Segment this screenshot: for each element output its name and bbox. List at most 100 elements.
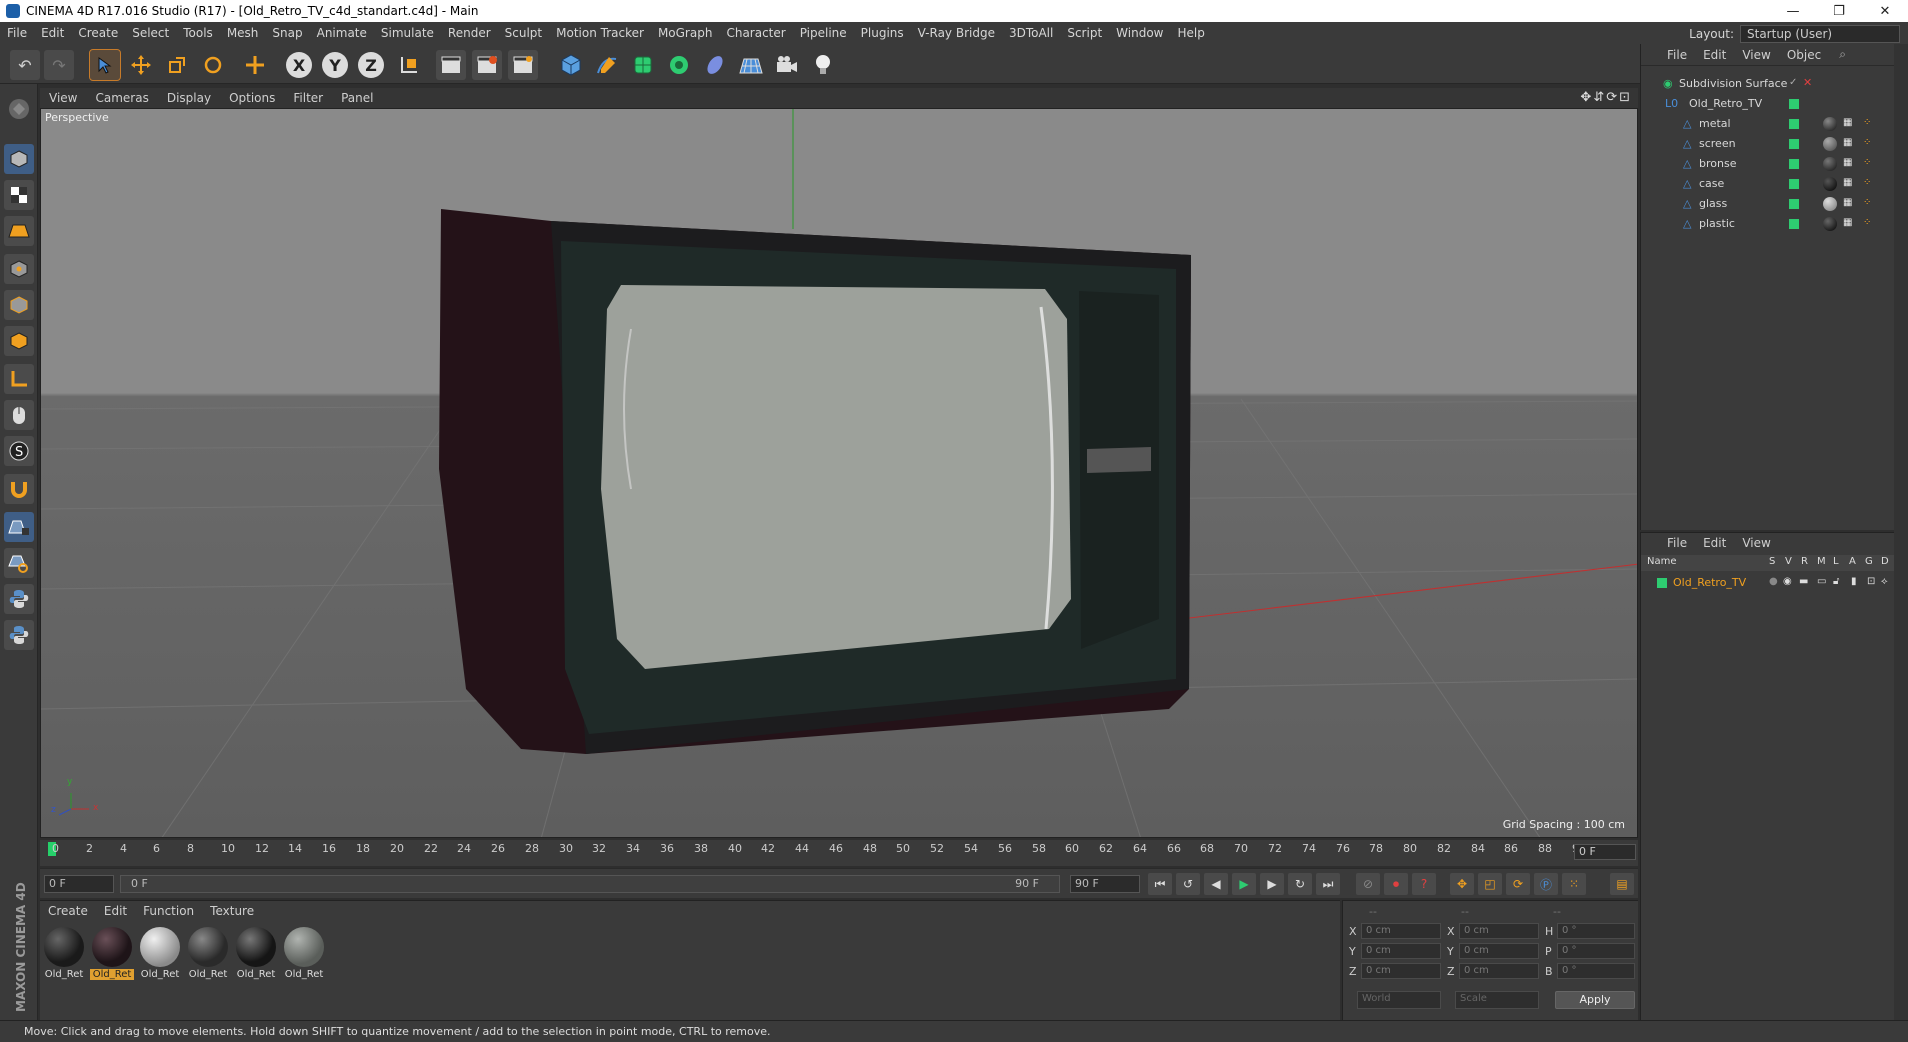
key-rotation-button[interactable]: ⟳	[1506, 873, 1530, 895]
render-settings-button[interactable]	[508, 50, 538, 80]
rot-b-field[interactable]: 0 °	[1557, 963, 1635, 979]
menu-3dtoall[interactable]: 3DToAll	[1002, 26, 1060, 40]
layer-color-swatch[interactable]	[1789, 99, 1799, 109]
phong-tag-icon[interactable]: ⁘	[1863, 217, 1871, 228]
layout-dropdown[interactable]: Startup (User)	[1740, 25, 1900, 43]
menu-file[interactable]: File	[0, 26, 34, 40]
material-swatch[interactable]: Old_Ret	[138, 927, 182, 980]
menu-window[interactable]: Window	[1109, 26, 1170, 40]
object-row-glass[interactable]: △ glass ▦ ⁘	[1641, 194, 1895, 214]
menu-mograph[interactable]: MoGraph	[651, 26, 720, 40]
menu-sculpt[interactable]: Sculpt	[498, 26, 549, 40]
x-axis-lock-button[interactable]: X	[286, 52, 312, 78]
perspective-viewport[interactable]: Perspective y x z Grid Spacing : 100 cm	[40, 108, 1638, 838]
texture-tag-icon[interactable]: ▦	[1843, 137, 1852, 148]
menu-tools[interactable]: Tools	[176, 26, 220, 40]
phong-tag-icon[interactable]: ⁘	[1863, 177, 1871, 188]
next-frame-button[interactable]: ▶	[1260, 873, 1284, 895]
texture-tag-icon[interactable]: ▦	[1843, 157, 1852, 168]
manager-tabs-strip[interactable]	[1894, 44, 1908, 1020]
timeline-current-frame-field[interactable]: 0 F	[1574, 844, 1636, 860]
add-subdivision-button[interactable]	[628, 50, 658, 80]
size-y-field[interactable]: 0 cm	[1459, 943, 1539, 959]
rot-p-field[interactable]: 0 °	[1557, 943, 1635, 959]
redo-button[interactable]: ↷	[44, 50, 74, 80]
menu-motion-tracker[interactable]: Motion Tracker	[549, 26, 651, 40]
material-menu-texture[interactable]: Texture	[202, 904, 262, 918]
minimize-button[interactable]: —	[1770, 0, 1816, 22]
tweak-mode-button[interactable]	[4, 400, 34, 430]
deformer-icon[interactable]: ⟡	[1881, 576, 1888, 587]
film-icon[interactable]: ▮	[1851, 576, 1857, 587]
object-row-case[interactable]: △ case ▦ ⁘	[1641, 174, 1895, 194]
generator-icon[interactable]: ⊡	[1867, 576, 1875, 587]
add-cube-button[interactable]	[556, 50, 586, 80]
menu-animate[interactable]: Animate	[310, 26, 374, 40]
menu-select[interactable]: Select	[125, 26, 176, 40]
object-menu-edit[interactable]: Edit	[1695, 48, 1734, 62]
lock-icon[interactable]: 🔓︎	[1833, 576, 1839, 587]
record-keys-button[interactable]: ⊘	[1356, 873, 1380, 895]
size-z-field[interactable]: 0 cm	[1459, 963, 1539, 979]
add-camera-button[interactable]	[772, 50, 802, 80]
start-frame-field[interactable]: 0 F	[44, 875, 114, 893]
menu-render[interactable]: Render	[441, 26, 498, 40]
material-tag-icon[interactable]	[1823, 117, 1837, 131]
eye-icon[interactable]: ◉	[1783, 576, 1792, 587]
phong-tag-icon[interactable]: ⁘	[1863, 137, 1871, 148]
layer-menu-edit[interactable]: Edit	[1695, 536, 1734, 550]
planar-workplane-button[interactable]	[4, 548, 34, 578]
material-swatch[interactable]: Old_Ret	[282, 927, 326, 980]
menu-character[interactable]: Character	[719, 26, 792, 40]
phong-tag-icon[interactable]: ⁘	[1863, 157, 1871, 168]
layer-color-swatch[interactable]	[1657, 578, 1667, 588]
menu-create[interactable]: Create	[71, 26, 125, 40]
layer-menu-file[interactable]: File	[1659, 536, 1695, 550]
layer-color-swatch[interactable]	[1789, 139, 1799, 149]
layer-menu-view[interactable]: View	[1734, 536, 1778, 550]
menu-script[interactable]: Script	[1060, 26, 1109, 40]
apply-button[interactable]: Apply	[1555, 991, 1635, 1009]
material-menu-edit[interactable]: Edit	[96, 904, 135, 918]
add-light-button[interactable]	[808, 50, 838, 80]
material-tag-icon[interactable]	[1823, 197, 1837, 211]
menu-plugins[interactable]: Plugins	[854, 26, 911, 40]
keyframe-selection-button[interactable]: ?	[1412, 873, 1436, 895]
pos-x-field[interactable]: 0 cm	[1361, 923, 1441, 939]
add-mograph-button[interactable]	[664, 50, 694, 80]
texture-tag-icon[interactable]: ▦	[1843, 117, 1852, 128]
layer-color-swatch[interactable]	[1789, 159, 1799, 169]
material-swatch[interactable]: Old_Ret	[234, 927, 278, 980]
python-script-button-2[interactable]	[4, 620, 34, 650]
y-axis-lock-button[interactable]: Y	[322, 52, 348, 78]
viewport-menu-display[interactable]: Display	[158, 91, 220, 105]
play-button[interactable]: ▶	[1232, 873, 1256, 895]
layer-color-swatch[interactable]	[1789, 119, 1799, 129]
solo-button[interactable]: S	[4, 436, 34, 466]
add-deformer-button[interactable]	[700, 50, 730, 80]
phong-tag-icon[interactable]: ⁘	[1863, 117, 1871, 128]
material-tag-icon[interactable]	[1823, 157, 1837, 171]
prev-keyframe-button[interactable]: ↺	[1176, 873, 1200, 895]
menu-help[interactable]: Help	[1170, 26, 1211, 40]
viewport-menu-options[interactable]: Options	[220, 91, 284, 105]
close-button[interactable]: ✕	[1862, 0, 1908, 22]
layer-color-swatch[interactable]	[1789, 199, 1799, 209]
rotate-tool-button[interactable]	[198, 50, 228, 80]
menu-snap[interactable]: Snap	[265, 26, 309, 40]
viewport-menu-panel[interactable]: Panel	[332, 91, 382, 105]
edges-mode-button[interactable]	[4, 290, 34, 320]
material-tag-icon[interactable]	[1823, 177, 1837, 191]
make-editable-button[interactable]	[4, 94, 34, 124]
pos-z-field[interactable]: 0 cm	[1361, 963, 1441, 979]
restore-button[interactable]: ❐	[1816, 0, 1862, 22]
add-floor-button[interactable]	[736, 50, 766, 80]
frame-range-slider[interactable]: 0 F 90 F	[120, 875, 1060, 893]
object-row-subdivision-surface[interactable]: ◉ Subdivision Surface ✓ ✕	[1641, 74, 1895, 94]
object-menu-objects[interactable]: Objec	[1779, 48, 1829, 62]
menu-edit[interactable]: Edit	[34, 26, 71, 40]
object-manager-search-icon[interactable]: ⌕	[1839, 47, 1846, 62]
object-row-metal[interactable]: △ metal ▦ ⁘	[1641, 114, 1895, 134]
rot-h-field[interactable]: 0 °	[1557, 923, 1635, 939]
undo-button[interactable]: ↶	[10, 50, 40, 80]
